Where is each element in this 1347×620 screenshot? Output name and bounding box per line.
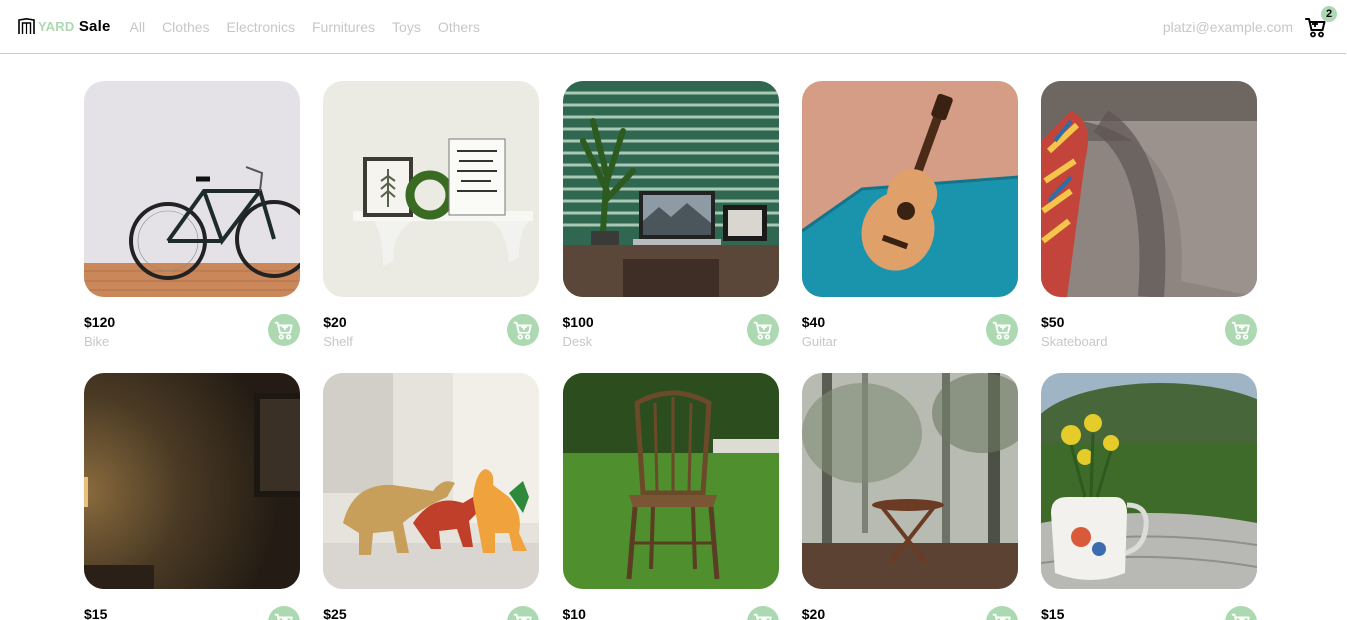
add-to-cart-button[interactable] (507, 314, 540, 346)
add-to-cart-button[interactable] (268, 606, 300, 620)
shopping-cart-button[interactable]: 2 (1304, 5, 1337, 39)
add-to-cart-icon (753, 613, 772, 620)
category-nav: All Clothes Electronics Furnitures Toys … (130, 19, 497, 35)
product-price: $20 (801, 606, 826, 620)
nav-left: YARD Sale All Clothes Electronics Furnit… (18, 18, 497, 35)
product-price: $100 (562, 314, 594, 330)
product-price: $15 (1041, 606, 1065, 620)
product-image-desk[interactable] (562, 81, 779, 297)
add-to-cart-button[interactable] (985, 314, 1018, 346)
product-price: $10 (562, 606, 586, 620)
user-email[interactable]: platzi@example.com (1163, 19, 1293, 35)
add-to-cart-button[interactable] (1225, 314, 1257, 346)
logo-word-sale: Sale (78, 18, 111, 35)
nav-item-electronics[interactable]: Electronics (227, 19, 295, 35)
product-info: $120 Bike (84, 312, 300, 349)
product-grid: $120 Bike $20 Shelf $100 Desk $40 Guitar… (84, 81, 1257, 620)
product-info: $10 (563, 604, 779, 620)
product-info: $15 (1041, 604, 1257, 620)
product-price: $50 (1041, 314, 1065, 330)
nav-item-furnitures[interactable]: Furnitures (312, 19, 375, 35)
product-price: $120 (84, 314, 116, 330)
product-image-chair[interactable] (562, 373, 779, 589)
product-image-lamp-room[interactable] (84, 373, 300, 589)
product-info: $15 (84, 604, 300, 620)
product-info: $50 Skateboard (1041, 312, 1257, 349)
add-to-cart-button[interactable] (746, 606, 779, 620)
product-text: $120 Bike (84, 312, 115, 349)
product-image-flower-pitcher[interactable] (1041, 373, 1257, 589)
product-price: $15 (84, 606, 108, 620)
product-card[interactable]: $10 (562, 373, 779, 620)
nav-item-all[interactable]: All (130, 19, 146, 35)
add-to-cart-button[interactable] (746, 314, 779, 346)
add-to-cart-button[interactable] (1225, 606, 1257, 620)
add-to-cart-icon (274, 613, 293, 620)
add-to-cart-icon (992, 613, 1011, 620)
product-card[interactable]: $20 Shelf (323, 81, 540, 357)
product-info: $40 Guitar (802, 312, 1018, 349)
product-image-forest-table[interactable] (801, 373, 1018, 589)
product-image-skateboard[interactable] (1041, 81, 1257, 297)
add-to-cart-icon (753, 321, 772, 340)
product-name: Skateboard (1041, 334, 1108, 349)
navbar: YARD Sale All Clothes Electronics Furnit… (0, 0, 1346, 54)
product-info: $100 Desk (563, 312, 779, 349)
product-card[interactable]: $15 (84, 373, 300, 620)
add-to-cart-icon (1231, 321, 1250, 340)
nav-item-toys[interactable]: Toys (392, 19, 421, 35)
product-card[interactable]: $40 Guitar (801, 81, 1018, 357)
add-to-cart-button[interactable] (507, 606, 540, 620)
product-name: Desk (562, 334, 593, 349)
logo-text: YARD Sale (38, 18, 111, 35)
product-text: $50 Skateboard (1041, 312, 1108, 349)
product-text: $25 (323, 604, 346, 620)
product-name: Guitar (801, 334, 838, 349)
add-to-cart-icon (992, 321, 1011, 340)
add-to-cart-icon (514, 321, 532, 340)
product-price: $25 (323, 606, 347, 620)
product-price: $40 (801, 314, 826, 330)
product-card[interactable]: $100 Desk (562, 81, 779, 357)
product-text: $15 (1041, 604, 1064, 620)
product-card[interactable]: $120 Bike (84, 81, 300, 357)
product-text: $15 (84, 604, 107, 620)
add-to-cart-icon (1231, 613, 1250, 620)
add-to-cart-icon (274, 321, 293, 340)
product-image-bike[interactable] (84, 81, 300, 297)
logo-icon (18, 18, 35, 34)
add-to-cart-button[interactable] (985, 606, 1018, 620)
product-name: Bike (84, 334, 110, 349)
product-info: $20 Shelf (323, 312, 540, 349)
add-to-cart-icon (514, 613, 532, 620)
product-text: $40 Guitar (802, 312, 837, 349)
product-info: $25 (323, 604, 540, 620)
add-to-cart-button[interactable] (268, 314, 300, 346)
product-text: $100 Desk (563, 312, 594, 349)
logo[interactable]: YARD Sale (18, 18, 111, 35)
product-text: $20 (802, 604, 825, 620)
cart-count-badge: 2 (1321, 5, 1337, 22)
product-image-shelf[interactable] (323, 81, 540, 297)
nav-right: platzi@example.com 2 (1163, 5, 1337, 39)
product-card[interactable]: $50 Skateboard (1041, 81, 1257, 357)
product-text: $10 (563, 604, 586, 620)
product-info: $20 (802, 604, 1018, 620)
product-card[interactable]: $20 (801, 373, 1018, 620)
product-image-guitar[interactable] (801, 81, 1018, 297)
nav-item-clothes[interactable]: Clothes (162, 19, 209, 35)
logo-word-yard: YARD (38, 19, 75, 34)
product-name: Shelf (323, 334, 353, 349)
nav-item-others[interactable]: Others (438, 19, 480, 35)
product-image-toy-dinosaurs[interactable] (323, 373, 540, 589)
product-card[interactable]: $25 (323, 373, 540, 620)
product-text: $20 Shelf (323, 312, 353, 349)
product-card[interactable]: $15 (1041, 373, 1257, 620)
product-price: $20 (323, 314, 347, 330)
